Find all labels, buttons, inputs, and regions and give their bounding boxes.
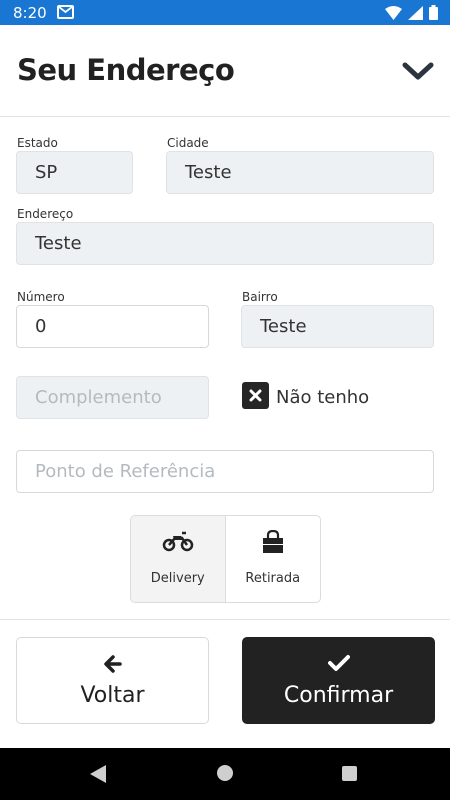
motorcycle-icon — [131, 530, 225, 552]
nav-recent-icon[interactable] — [342, 766, 357, 781]
back-label: Voltar — [80, 683, 145, 708]
wifi-icon — [385, 5, 402, 25]
estado-field[interactable]: SP — [16, 151, 133, 194]
mail-icon — [57, 5, 74, 19]
delivery-label: Delivery — [150, 571, 205, 586]
status-bar: 8:20 — [0, 0, 450, 25]
bairro-field[interactable]: Teste — [241, 305, 434, 348]
referencia-placeholder: Ponto de Referência — [35, 461, 216, 482]
retirada-label: Retirada — [245, 571, 301, 586]
nav-back-icon[interactable] — [90, 765, 106, 788]
cidade-label: Cidade — [167, 136, 209, 150]
status-time: 8:20 — [13, 4, 47, 22]
estado-label: Estado — [17, 136, 58, 150]
bairro-label: Bairro — [242, 290, 278, 304]
cidade-field[interactable]: Teste — [166, 151, 434, 194]
numero-input[interactable]: 0 — [16, 305, 209, 348]
endereco-field[interactable]: Teste — [16, 222, 434, 265]
nao-tenho-label[interactable]: Não tenho — [276, 387, 369, 408]
bairro-value: Teste — [260, 316, 307, 337]
confirm-label: Confirmar — [283, 683, 394, 708]
shopping-bag-icon — [226, 530, 321, 554]
back-button[interactable]: Voltar — [16, 637, 209, 724]
check-icon — [243, 654, 434, 672]
nao-tenho-checkbox[interactable] — [242, 382, 269, 409]
endereco-value: Teste — [35, 233, 82, 254]
arrow-left-icon — [17, 654, 208, 674]
signal-icon — [408, 5, 423, 25]
cidade-value: Teste — [185, 162, 232, 183]
delivery-option[interactable]: Delivery — [131, 516, 226, 602]
chevron-down-icon[interactable] — [402, 61, 434, 83]
confirm-button[interactable]: Confirmar — [242, 637, 435, 724]
numero-value: 0 — [35, 316, 47, 337]
nav-home-icon[interactable] — [217, 765, 233, 781]
referencia-input[interactable]: Ponto de Referência — [16, 450, 434, 493]
retirada-option[interactable]: Retirada — [226, 516, 321, 602]
numero-label: Número — [17, 290, 65, 304]
endereco-label: Endereço — [17, 207, 74, 221]
complemento-placeholder: Complemento — [35, 387, 162, 408]
system-nav-bar — [0, 748, 450, 800]
estado-value: SP — [35, 162, 58, 183]
complemento-input[interactable]: Complemento — [16, 376, 209, 419]
header: Seu Endereço — [0, 25, 450, 117]
delivery-mode-toggle: Delivery Retirada — [130, 515, 321, 603]
page-title: Seu Endereço — [17, 53, 235, 87]
battery-icon — [429, 5, 438, 25]
footer-divider — [0, 619, 450, 620]
close-icon — [249, 389, 262, 402]
